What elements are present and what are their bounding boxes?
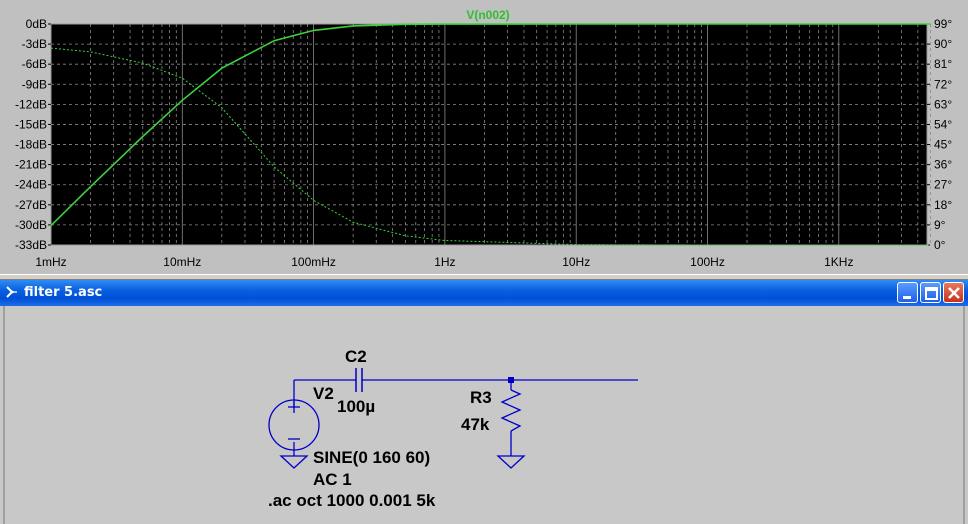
resistor-r3[interactable] (500, 389, 522, 432)
left-axis-tick-label: -18dB (15, 138, 47, 152)
close-button[interactable] (943, 282, 964, 303)
window-title: filter 5.asc (24, 285, 103, 300)
ground-symbol-r3[interactable] (496, 455, 526, 469)
maximize-button[interactable] (920, 282, 941, 303)
x-axis-tick-label: 10Hz (562, 255, 590, 269)
ac-analysis-directive[interactable]: .ac oct 1000 0.001 5k (268, 491, 436, 510)
v2-name-label[interactable]: V2 (313, 384, 334, 403)
schematic-canvas[interactable]: C2 100µ V2 R3 47k SINE(0 160 60) AC 1 .a… (3, 306, 965, 524)
close-icon (948, 287, 960, 299)
r3-value-label[interactable]: 47k (461, 415, 490, 434)
left-axis-tick-label: 0dB (26, 17, 47, 31)
left-axis-tick-label: -27dB (15, 198, 47, 212)
right-axis-tick-label: 0° (934, 238, 946, 252)
right-axis-tick-label: 36° (934, 158, 952, 172)
right-axis-tick-label: 81° (934, 57, 952, 71)
left-axis-tick-label: -12dB (15, 97, 47, 111)
trace-name-label[interactable]: V(n002) (466, 8, 509, 22)
right-axis-tick-label: 72° (934, 77, 952, 91)
r3-name-label[interactable]: R3 (470, 388, 492, 407)
left-axis-tick-label: -9dB (22, 77, 47, 91)
left-axis-tick-label: -6dB (22, 57, 47, 71)
c2-value-label[interactable]: 100µ (337, 397, 375, 416)
left-axis-tick-label: -33dB (15, 238, 47, 252)
capacitor-c2[interactable] (355, 368, 363, 392)
left-axis-tick-label: -3dB (22, 37, 47, 51)
bode-plot[interactable]: 0dB -3dB -6dB -9dB -12dB -15dB -18dB -21dB -24dB… (0, 0, 968, 274)
left-axis-tick-label: -30dB (15, 218, 47, 232)
left-axis-tick-label: -24dB (15, 178, 47, 192)
c2-name-label[interactable]: C2 (345, 347, 367, 366)
right-axis-tick-label: 90° (934, 37, 952, 51)
x-axis-tick-label: 1KHz (824, 255, 853, 269)
right-axis-tick-label: 27° (934, 178, 952, 192)
x-axis-ticks: 1mHz 10mHz 100mHz 1Hz 10Hz 100Hz 1KHz (35, 255, 853, 269)
maximize-icon (925, 287, 938, 300)
x-axis-tick-label: 100mHz (291, 255, 336, 269)
x-axis-tick-label: 100Hz (690, 255, 725, 269)
x-axis-tick-label: 10mHz (163, 255, 201, 269)
right-axis-tick-label: 18° (934, 198, 952, 212)
minimize-button[interactable] (897, 282, 918, 303)
right-axis-tick-label: 45° (934, 138, 952, 152)
right-axis-tick-label: 99° (934, 17, 952, 31)
ground-symbol-v2[interactable] (279, 455, 309, 469)
left-axis-ticks: 0dB -3dB -6dB -9dB -12dB -15dB -18dB -21dB -24dB… (15, 17, 51, 252)
ltspice-app-icon[interactable] (4, 284, 20, 300)
x-axis-tick-label: 1mHz (35, 255, 66, 269)
x-axis-tick-label: 1Hz (434, 255, 455, 269)
left-axis-tick-label: -15dB (15, 117, 47, 131)
ac-source-spec[interactable]: AC 1 (313, 470, 352, 489)
waveform-viewer[interactable]: 0dB -3dB -6dB -9dB -12dB -15dB -18dB -21dB -24dB… (0, 0, 968, 274)
left-axis-tick-label: -21dB (15, 158, 47, 172)
minimize-icon (903, 296, 911, 299)
schematic-title-bar[interactable]: filter 5.asc (0, 280, 968, 306)
right-axis-tick-label: 63° (934, 97, 952, 111)
sine-source-spec[interactable]: SINE(0 160 60) (313, 448, 430, 467)
node-junction[interactable] (508, 377, 514, 383)
right-axis-tick-label: 54° (934, 117, 952, 131)
right-axis-tick-label: 9° (934, 218, 946, 232)
